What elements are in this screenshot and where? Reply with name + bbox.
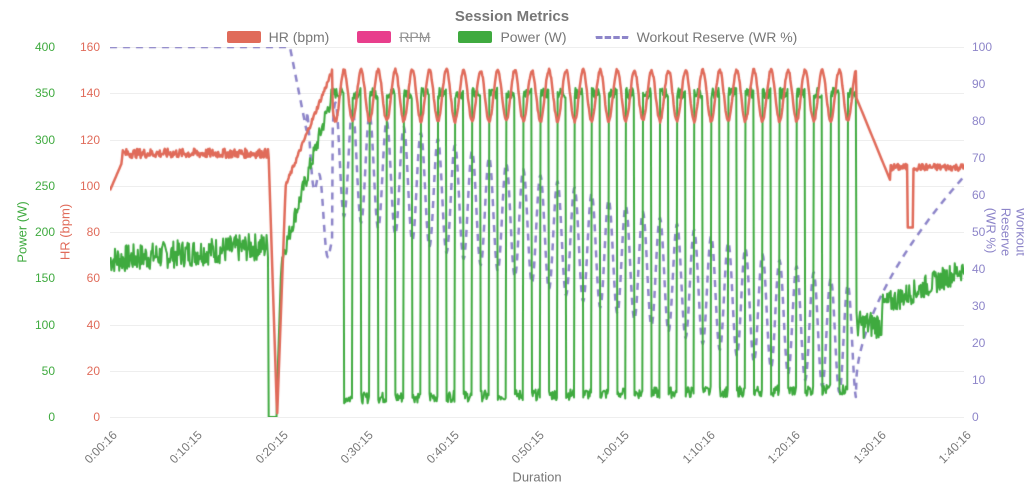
axis-tick-label: 1:20:16 <box>765 428 803 466</box>
x-axis-title: Duration <box>512 470 561 485</box>
legend-item-power[interactable]: Power (W) <box>458 29 566 45</box>
legend-label: Workout Reserve (WR %) <box>637 29 798 45</box>
hr-swatch <box>227 31 261 43</box>
axis-tick-label: 20 <box>87 364 100 378</box>
axis-tick-label: 350 <box>35 86 55 100</box>
axis-tick-label: 80 <box>972 114 985 128</box>
axis-tick-label: 1:10:16 <box>679 428 717 466</box>
legend-item-wr[interactable]: Workout Reserve (WR %) <box>595 29 798 45</box>
axis-tick-label: 10 <box>972 373 985 387</box>
axis-tick-label: 50 <box>972 225 985 239</box>
rpm-swatch <box>357 31 391 43</box>
axis-tick-label: 1:00:15 <box>594 428 632 466</box>
axis-tick-label: 100 <box>80 179 100 193</box>
legend-label: HR (bpm) <box>269 29 330 45</box>
axis-tick-label: 0 <box>48 410 55 424</box>
axis-tick-label: 140 <box>80 86 100 100</box>
axis-tick-label: 200 <box>35 225 55 239</box>
legend-item-hr[interactable]: HR (bpm) <box>227 29 330 45</box>
axis-tick-label: 0 <box>972 410 979 424</box>
axis-tick-label: 30 <box>972 299 985 313</box>
axis-tick-label: 0:40:15 <box>423 428 461 466</box>
y-axis-power-title: Power (W) <box>15 201 30 262</box>
axis-tick-label: 1:30:16 <box>850 428 888 466</box>
axis-tick-label: 250 <box>35 179 55 193</box>
power-swatch <box>458 31 492 43</box>
axis-tick-label: 20 <box>972 336 985 350</box>
wr-swatch <box>595 36 629 39</box>
axis-tick-label: 80 <box>87 225 100 239</box>
axis-tick-label: 50 <box>42 364 55 378</box>
axis-tick-label: 0:10:15 <box>167 428 205 466</box>
axis-tick-label: 40 <box>972 262 985 276</box>
chart-title: Session Metrics <box>0 0 1024 27</box>
session-metrics-chart[interactable]: Power (W) HR (bpm) Workout Reserve (WR %… <box>10 47 1014 487</box>
y-axis-hr-title: HR (bpm) <box>58 204 73 260</box>
axis-tick-label: 1:40:16 <box>936 428 974 466</box>
axis-tick-label: 300 <box>35 133 55 147</box>
axis-tick-label: 0:20:15 <box>252 428 290 466</box>
chart-legend: HR (bpm) RPM Power (W) Workout Reserve (… <box>0 27 1024 47</box>
y-axis-wr-title: Workout Reserve (WR %) <box>984 208 1024 256</box>
axis-tick-label: 0:00:16 <box>82 428 120 466</box>
axis-tick-label: 0:30:15 <box>338 428 376 466</box>
legend-item-rpm[interactable]: RPM <box>357 29 430 45</box>
axis-tick-label: 90 <box>972 77 985 91</box>
legend-label: Power (W) <box>500 29 566 45</box>
legend-label: RPM <box>399 29 430 45</box>
axis-tick-label: 160 <box>80 40 100 54</box>
axis-tick-label: 0:50:15 <box>509 428 547 466</box>
axis-tick-label: 100 <box>35 318 55 332</box>
axis-tick-label: 400 <box>35 40 55 54</box>
axis-tick-label: 60 <box>87 271 100 285</box>
axis-tick-label: 0 <box>93 410 100 424</box>
chart-canvas <box>110 47 964 417</box>
axis-tick-label: 70 <box>972 151 985 165</box>
axis-tick-label: 60 <box>972 188 985 202</box>
axis-tick-label: 150 <box>35 271 55 285</box>
axis-tick-label: 40 <box>87 318 100 332</box>
axis-tick-label: 100 <box>972 40 992 54</box>
axis-tick-label: 120 <box>80 133 100 147</box>
